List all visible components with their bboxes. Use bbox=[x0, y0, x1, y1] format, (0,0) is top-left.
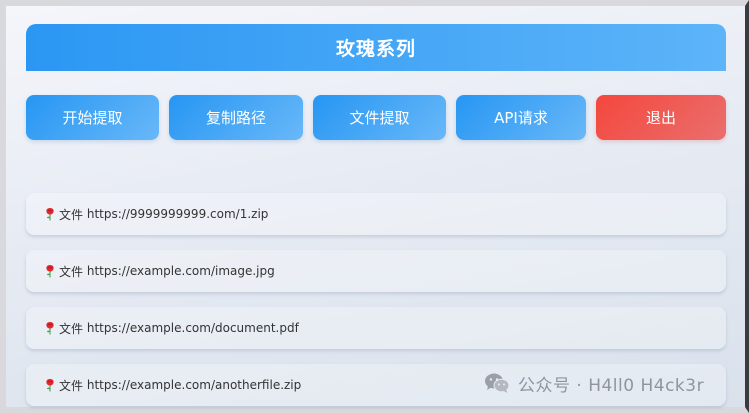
file-prefix: 文件 bbox=[59, 321, 84, 336]
file-url: https://9999999999.com/1.zip bbox=[86, 207, 269, 221]
exit-button[interactable]: 退出 bbox=[596, 95, 726, 140]
rose-icon bbox=[44, 207, 56, 221]
list-item[interactable]: 文件 https://9999999999.com/1.zip bbox=[26, 193, 726, 235]
file-url: https://example.com/anotherfile.zip bbox=[86, 378, 302, 392]
api-request-button[interactable]: API请求 bbox=[456, 95, 586, 140]
watermark: 公众号 · H4ll0 H4ck3r bbox=[484, 370, 704, 396]
file-prefix: 文件 bbox=[59, 378, 84, 393]
file-prefix: 文件 bbox=[59, 264, 84, 279]
window-title: 玫瑰系列 bbox=[26, 24, 726, 71]
file-url: https://example.com/image.jpg bbox=[86, 264, 275, 278]
rose-icon bbox=[44, 321, 56, 335]
rose-icon bbox=[44, 264, 56, 278]
wechat-icon bbox=[484, 372, 510, 394]
file-prefix: 文件 bbox=[59, 207, 84, 222]
file-extract-button[interactable]: 文件提取 bbox=[313, 95, 446, 140]
rose-icon bbox=[44, 378, 56, 392]
copy-path-button[interactable]: 复制路径 bbox=[169, 95, 303, 140]
watermark-text: 公众号 · H4ll0 H4ck3r bbox=[518, 375, 705, 396]
start-extract-button[interactable]: 开始提取 bbox=[26, 95, 159, 140]
list-item[interactable]: 文件 https://example.com/image.jpg bbox=[26, 250, 726, 292]
file-url: https://example.com/document.pdf bbox=[86, 321, 299, 335]
list-item[interactable]: 文件 https://example.com/document.pdf bbox=[26, 307, 726, 349]
